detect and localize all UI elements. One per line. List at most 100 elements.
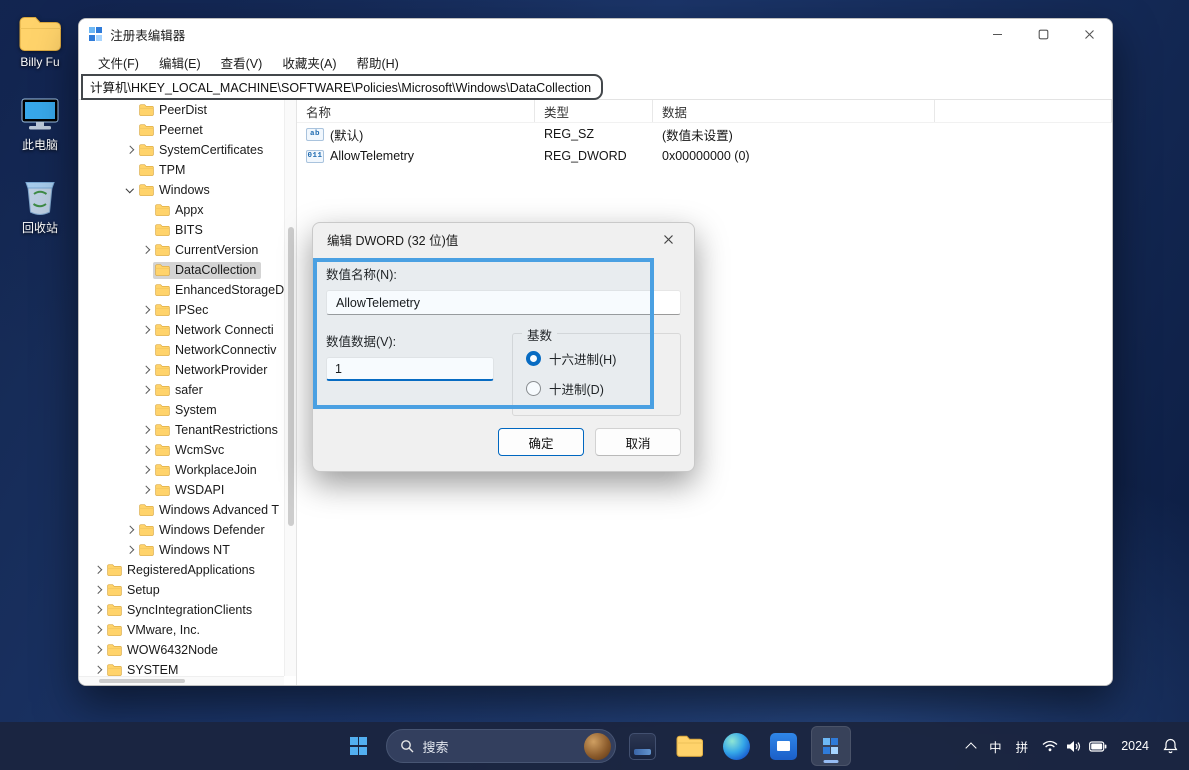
minimize-button[interactable] (974, 19, 1020, 49)
chevron-right-icon[interactable] (91, 604, 104, 617)
tree-item-tpm[interactable]: TPM (79, 160, 284, 180)
decimal-radio[interactable]: 十进制(D) (526, 379, 667, 398)
column-header-data[interactable]: 数据 (653, 100, 935, 122)
desktop-icon-recycle-bin[interactable]: 回收站 (6, 176, 74, 236)
column-header-type[interactable]: 类型 (535, 100, 653, 122)
show-hidden-icons-chevron-icon[interactable] (965, 742, 976, 753)
tree-item-syncintegrationclients[interactable]: SyncIntegrationClients (79, 600, 284, 620)
radio-unselected-icon[interactable] (526, 381, 541, 396)
tree-item-appx[interactable]: Appx (79, 200, 284, 220)
registry-value-row-allowtelemetry[interactable]: 011AllowTelemetry REG_DWORD 0x00000000 (… (297, 145, 1112, 167)
chevron-right-icon[interactable] (91, 664, 104, 677)
value-data-input[interactable]: 1 (326, 357, 494, 381)
tree-item-enhancedstoragede[interactable]: EnhancedStorageDe (79, 280, 284, 300)
tree-item-systemcertificates[interactable]: SystemCertificates (79, 140, 284, 160)
quick-settings[interactable] (1042, 740, 1107, 753)
value-name-field[interactable]: AllowTelemetry (326, 290, 681, 315)
chevron-right-icon[interactable] (139, 244, 152, 257)
chevron-right-icon[interactable] (139, 444, 152, 457)
chevron-right-icon[interactable] (123, 544, 136, 557)
chevron-right-icon[interactable] (91, 584, 104, 597)
tree-item-workplacejoin[interactable]: WorkplaceJoin (79, 460, 284, 480)
radio-selected-icon[interactable] (526, 351, 541, 366)
folder-icon (107, 604, 122, 616)
chevron-right-icon[interactable] (139, 324, 152, 337)
tree-item-label: NetworkProvider (175, 363, 267, 377)
tree-item-currentversion[interactable]: CurrentVersion (79, 240, 284, 260)
cancel-button[interactable]: 取消 (595, 428, 681, 456)
tree-item-safer[interactable]: safer (79, 380, 284, 400)
tree-item-windows[interactable]: Windows (79, 180, 284, 200)
folder-icon (155, 284, 170, 296)
ime-mode-indicator[interactable]: 拼 (1016, 737, 1029, 756)
desktop-icon-this-pc[interactable]: 此电脑 (6, 93, 74, 153)
edge-browser-button[interactable] (717, 726, 757, 766)
tree-horizontal-scrollbar[interactable] (79, 676, 284, 685)
menu-view[interactable]: 查看(V) (212, 50, 272, 75)
microsoft-store-button[interactable] (764, 726, 804, 766)
ok-button[interactable]: 确定 (498, 428, 584, 456)
title-bar[interactable]: 注册表编辑器 (79, 19, 1112, 49)
ime-language-indicator[interactable]: 中 (989, 737, 1002, 756)
notification-bell-icon[interactable] (1163, 738, 1178, 754)
desktop-icon-user-folder[interactable]: Billy Fu (6, 12, 74, 69)
chevron-right-icon[interactable] (139, 384, 152, 397)
scrollbar-thumb[interactable] (288, 227, 294, 527)
tree-item-system[interactable]: SYSTEM (79, 660, 284, 676)
hexadecimal-radio[interactable]: 十六进制(H) (526, 349, 667, 368)
tree-item-network-connecti[interactable]: Network Connecti (79, 320, 284, 340)
chevron-right-icon[interactable] (139, 424, 152, 437)
chevron-right-icon[interactable] (139, 484, 152, 497)
tree-item-peernet[interactable]: Peernet (79, 120, 284, 140)
tree-item-wow6432node[interactable]: WOW6432Node (79, 640, 284, 660)
menu-file[interactable]: 文件(F) (89, 50, 148, 75)
tree-item-wcmsvc[interactable]: WcmSvc (79, 440, 284, 460)
address-bar[interactable]: 计算机\HKEY_LOCAL_MACHINE\SOFTWARE\Policies… (79, 75, 1112, 100)
start-button[interactable] (339, 726, 379, 766)
tree-item-ipsec[interactable]: IPSec (79, 300, 284, 320)
tree-item-vmware-inc[interactable]: VMware, Inc. (79, 620, 284, 640)
chevron-right-icon[interactable] (139, 304, 152, 317)
tree-vertical-scrollbar[interactable] (284, 100, 296, 676)
search-highlight-image[interactable] (584, 733, 611, 760)
column-header-name[interactable]: 名称 (297, 100, 535, 122)
chevron-spacer (139, 264, 152, 277)
chevron-right-icon[interactable] (91, 644, 104, 657)
tree-item-registeredapplications[interactable]: RegisteredApplications (79, 560, 284, 580)
dialog-title-bar[interactable]: 编辑 DWORD (32 位)值 (313, 223, 694, 256)
menu-help[interactable]: 帮助(H) (347, 50, 407, 75)
chevron-right-icon[interactable] (139, 364, 152, 377)
chevron-right-icon[interactable] (123, 524, 136, 537)
tree-item-bits[interactable]: BITS (79, 220, 284, 240)
dialog-close-button[interactable] (648, 226, 688, 253)
maximize-button[interactable] (1020, 19, 1066, 49)
pinned-app-button[interactable] (623, 726, 663, 766)
chevron-right-icon[interactable] (139, 464, 152, 477)
tree-item-setup[interactable]: Setup (79, 580, 284, 600)
address-path[interactable]: 计算机\HKEY_LOCAL_MACHINE\SOFTWARE\Policies… (81, 74, 603, 100)
clock[interactable]: 2024 (1121, 739, 1149, 753)
registry-editor-taskbar-button[interactable] (811, 726, 851, 766)
tree-item-tenantrestrictions[interactable]: TenantRestrictions (79, 420, 284, 440)
tree-item-windows-advanced-t[interactable]: Windows Advanced T (79, 500, 284, 520)
taskbar-search-box[interactable]: 搜索 (386, 729, 616, 763)
tree-item-windows-nt[interactable]: Windows NT (79, 540, 284, 560)
registry-value-row-default[interactable]: ab(默认) REG_SZ (数值未设置) (297, 123, 1112, 145)
tree-item-system[interactable]: System (79, 400, 284, 420)
tree-item-windows-defender[interactable]: Windows Defender (79, 520, 284, 540)
tree-item-networkconnectiv[interactable]: NetworkConnectiv (79, 340, 284, 360)
folder-icon (155, 404, 170, 416)
file-explorer-button[interactable] (670, 726, 710, 766)
chevron-right-icon[interactable] (91, 564, 104, 577)
tree-item-wsdapi[interactable]: WSDAPI (79, 480, 284, 500)
tree-item-networkprovider[interactable]: NetworkProvider (79, 360, 284, 380)
chevron-right-icon[interactable] (123, 144, 136, 157)
tree-item-peerdist[interactable]: PeerDist (79, 100, 284, 120)
menu-edit[interactable]: 编辑(E) (150, 50, 210, 75)
menu-favorites[interactable]: 收藏夹(A) (273, 50, 345, 75)
scrollbar-thumb[interactable] (99, 679, 185, 683)
chevron-right-icon[interactable] (91, 624, 104, 637)
close-button[interactable] (1066, 19, 1112, 49)
chevron-down-icon[interactable] (123, 184, 136, 197)
tree-item-datacollection[interactable]: DataCollection (79, 260, 284, 280)
